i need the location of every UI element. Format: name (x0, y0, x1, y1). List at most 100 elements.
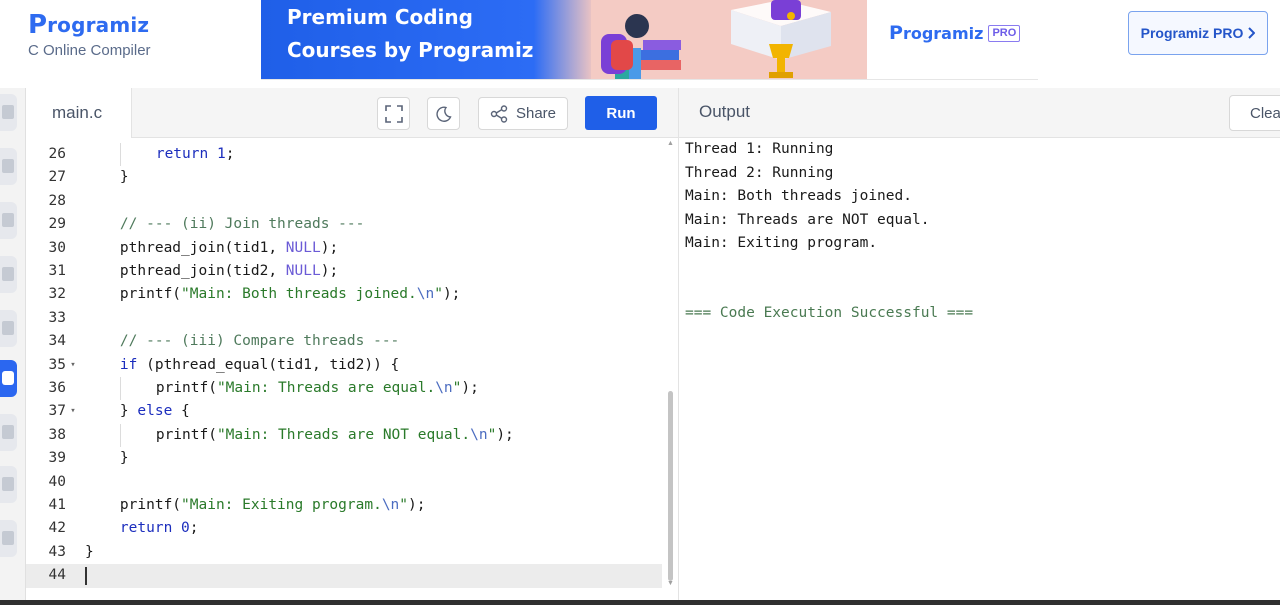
code-token: // --- (iii) Compare threads --- (119, 333, 400, 350)
html-icon[interactable] (0, 256, 17, 293)
fold-toggle-icon[interactable]: ▾ (67, 400, 79, 423)
line-number: 43 (48, 543, 66, 560)
code-token: NULL (285, 263, 321, 279)
line-number: 31 (48, 263, 66, 279)
programiz-logo[interactable]: Programiz (28, 6, 151, 40)
output-console[interactable]: Thread 1: Running Thread 2: Running Main… (678, 138, 1280, 600)
share-button[interactable]: Share (478, 97, 568, 130)
sql-icon[interactable] (0, 202, 17, 239)
line-number: 37 (48, 403, 66, 420)
line-number: 27 (48, 169, 66, 186)
output-line: Main: Exiting program. (685, 235, 878, 251)
moon-icon (435, 106, 452, 122)
code-text: } (85, 541, 94, 564)
r-icon[interactable] (0, 148, 17, 185)
clear-button[interactable]: Clear (1229, 95, 1280, 131)
code-line[interactable]: 31 pthread_join(tid2, NULL); (26, 260, 662, 283)
code-line[interactable]: 35 ▾ if (pthread_equal(tid1, tid2)) { (26, 354, 662, 377)
scrollbar-thumb[interactable] (668, 391, 673, 581)
banner-programiz-pro-logo: Programiz PRO (867, 0, 1038, 79)
theme-toggle-button[interactable] (427, 97, 460, 130)
code-line[interactable]: 40 (26, 471, 662, 494)
output-header: Output Clear (678, 88, 1280, 138)
code-editor[interactable]: 26 return 1; 27 } 28 29 // --- (ii) Join th… (26, 138, 678, 600)
line-number: 38 (48, 426, 66, 443)
code-token: 0 (181, 520, 190, 537)
fold-toggle-icon[interactable]: ▾ (67, 354, 79, 377)
python-icon[interactable] (0, 94, 17, 131)
code-text: pthread_join(tid2, NULL); (85, 260, 338, 283)
cpp-icon[interactable] (0, 414, 17, 451)
line-number: 42 (48, 520, 66, 537)
code-token: ); (442, 286, 461, 303)
execution-status: === Code Execution Successful === (685, 305, 974, 321)
premium-courses-banner[interactable]: Premium Coding Courses by Programiz P ro… (261, 0, 1038, 80)
brand-block[interactable]: Programiz C Online Compiler (28, 6, 151, 59)
code-line[interactable]: 27 } (26, 166, 662, 189)
code-token: \n (416, 286, 435, 303)
scroll-down-icon[interactable]: ▼ (667, 580, 674, 587)
code-token: pthread_join(tid2, (119, 263, 286, 279)
code-token: 1 (216, 146, 226, 162)
banner-illustration (591, 0, 867, 79)
code-line[interactable]: 26 return 1; (26, 143, 662, 167)
code-line[interactable]: 30 pthread_join(tid1, NULL); (26, 237, 662, 260)
line-number: 35 (48, 356, 66, 373)
code-token: pthread_join(tid1, (119, 239, 286, 256)
code-line[interactable]: 33 (26, 307, 662, 330)
typescript-icon[interactable] (0, 310, 17, 347)
code-token: "Main: Both threads joined. (181, 286, 417, 303)
code-token: ); (496, 426, 514, 443)
line-number: 26 (48, 146, 66, 162)
code-line[interactable]: 41 printf("Main: Exiting program.\n"); (26, 494, 662, 517)
line-number: 29 (48, 216, 66, 233)
code-line[interactable]: 32 printf("Main: Both threads joined.\n"… (26, 283, 662, 306)
text-cursor (85, 567, 87, 586)
code-text: return 1; (85, 143, 234, 167)
code-line[interactable]: 44 (26, 564, 662, 588)
chevron-right-icon (1248, 27, 1256, 39)
go-icon[interactable] (0, 466, 17, 503)
code-text: } (85, 166, 129, 189)
code-token: ); (408, 497, 426, 513)
file-tab-main-c[interactable]: main.c (26, 88, 132, 138)
code-line[interactable]: 34 // --- (iii) Compare threads --- (26, 330, 662, 353)
indent (119, 423, 156, 448)
programiz-pro-label: Programiz PRO (1140, 25, 1244, 41)
fullscreen-button[interactable] (377, 97, 410, 130)
code-line[interactable]: 29 // --- (ii) Join threads --- (26, 213, 662, 236)
code-token: printf( (119, 497, 182, 513)
output-line: Main: Both threads joined. (685, 188, 912, 204)
code-line[interactable]: 28 (26, 190, 662, 213)
output-line: Thread 1: Running (685, 141, 834, 157)
line-number: 36 (48, 380, 66, 396)
programiz-pro-button[interactable]: Programiz PRO (1128, 11, 1268, 55)
code-token: return (155, 146, 209, 162)
line-number: 34 (48, 333, 66, 350)
code-token: } (119, 403, 138, 420)
editor-scrollbar[interactable]: ▲ ▼ (663, 138, 677, 600)
code-token: NULL (285, 239, 321, 256)
code-token: " (399, 497, 409, 513)
code-text: // --- (iii) Compare threads --- (85, 330, 399, 353)
run-button[interactable]: Run (585, 96, 657, 130)
line-number: 39 (48, 450, 66, 467)
code-line[interactable]: 42 return 0; (26, 517, 662, 540)
c-icon[interactable] (0, 360, 17, 397)
code-text: // --- (ii) Join threads --- (85, 213, 364, 236)
scroll-up-icon[interactable]: ▲ (667, 140, 674, 147)
swift-icon[interactable] (0, 520, 17, 557)
code-line[interactable]: 36 printf("Main: Threads are equal.\n"); (26, 377, 662, 401)
code-line[interactable]: 38 printf("Main: Threads are NOT equal.\… (26, 423, 662, 448)
output-line: Main: Threads are NOT equal. (685, 211, 930, 228)
compiler-subtitle: C Online Compiler (28, 42, 151, 59)
code-line[interactable]: 43} (26, 541, 662, 564)
code-line[interactable]: 39 } (26, 447, 662, 470)
code-line[interactable]: 37 ▾ } else { (26, 400, 662, 423)
code-token: ); (320, 263, 339, 279)
